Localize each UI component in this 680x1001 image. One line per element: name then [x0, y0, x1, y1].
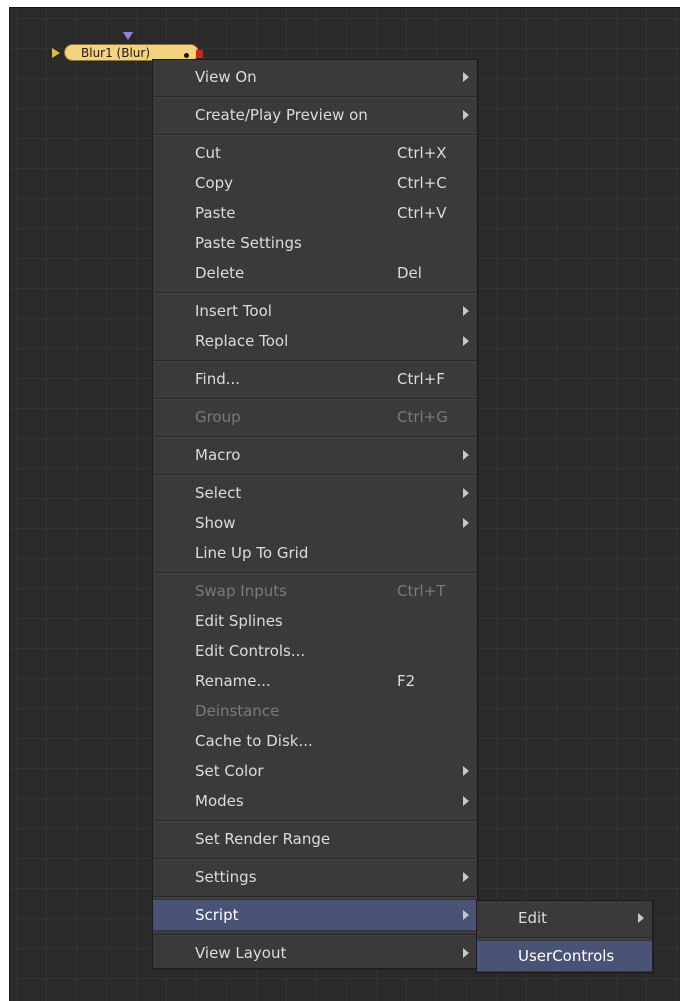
- menu-item-label: Show: [195, 514, 236, 532]
- menu-item-label: View On: [195, 68, 257, 86]
- submenu-item-usercontrols[interactable]: UserControls: [477, 941, 652, 971]
- node-view-dot-icon[interactable]: [184, 53, 189, 58]
- menu-item-label: UserControls: [518, 947, 615, 965]
- menu-separator: [154, 292, 476, 294]
- submenu-arrow-icon: [463, 948, 469, 958]
- menu-item-label: Copy: [195, 174, 234, 192]
- menu-separator: [154, 436, 476, 438]
- menu-separator: [154, 858, 476, 860]
- submenu-arrow-icon: [463, 910, 469, 920]
- node-mask-input-arrow-icon[interactable]: [123, 32, 133, 40]
- menu-separator: [154, 134, 476, 136]
- submenu-arrow-icon: [463, 518, 469, 528]
- menu-item-label: Deinstance: [195, 702, 280, 720]
- menu-item-label: Edit Splines: [195, 612, 283, 630]
- menu-item-label: Edit Controls...: [195, 642, 306, 660]
- menu-separator: [154, 934, 476, 936]
- menu-item-select[interactable]: Select: [153, 478, 477, 508]
- submenu-arrow-icon: [463, 336, 469, 346]
- menu-item-modes[interactable]: Modes: [153, 786, 477, 816]
- menu-item-label: Rename...: [195, 672, 271, 690]
- menu-item-group: Group Ctrl+G: [153, 402, 477, 432]
- menu-item-paste[interactable]: Paste Ctrl+V: [153, 198, 477, 228]
- menu-item-label: Edit: [518, 909, 548, 927]
- submenu-arrow-icon: [463, 450, 469, 460]
- menu-item-shortcut: Ctrl+V: [397, 204, 447, 222]
- menu-separator: [154, 96, 476, 98]
- menu-item-label: Modes: [195, 792, 244, 810]
- menu-item-shortcut: Ctrl+F: [397, 370, 445, 388]
- menu-separator: [154, 896, 476, 898]
- submenu-arrow-icon: [463, 766, 469, 776]
- menu-item-create-play-preview[interactable]: Create/Play Preview on: [153, 100, 477, 130]
- menu-item-paste-settings[interactable]: Paste Settings: [153, 228, 477, 258]
- node-input-arrow-icon[interactable]: [52, 48, 60, 58]
- menu-item-shortcut: Ctrl+T: [397, 582, 446, 600]
- menu-item-set-render-range[interactable]: Set Render Range: [153, 824, 477, 854]
- menu-item-label: Replace Tool: [195, 332, 289, 350]
- menu-item-show[interactable]: Show: [153, 508, 477, 538]
- menu-separator: [154, 820, 476, 822]
- menu-item-edit-controls[interactable]: Edit Controls...: [153, 636, 477, 666]
- menu-item-label: Create/Play Preview on: [195, 106, 368, 124]
- menu-separator: [478, 937, 651, 939]
- submenu-arrow-icon: [463, 872, 469, 882]
- menu-item-label: Paste Settings: [195, 234, 302, 252]
- menu-item-label: Find...: [195, 370, 241, 388]
- menu-item-rename[interactable]: Rename... F2: [153, 666, 477, 696]
- menu-item-label: Settings: [195, 868, 257, 886]
- menu-item-settings[interactable]: Settings: [153, 862, 477, 892]
- menu-item-shortcut: Ctrl+C: [397, 174, 447, 192]
- menu-item-shortcut: Ctrl+X: [397, 144, 447, 162]
- menu-item-cut[interactable]: Cut Ctrl+X: [153, 138, 477, 168]
- menu-item-find[interactable]: Find... Ctrl+F: [153, 364, 477, 394]
- menu-item-label: Cut: [195, 144, 221, 162]
- menu-item-label: Group: [195, 408, 241, 426]
- submenu-arrow-icon: [463, 72, 469, 82]
- menu-item-shortcut: F2: [397, 672, 416, 690]
- menu-item-replace-tool[interactable]: Replace Tool: [153, 326, 477, 356]
- node-label: Blur1 (Blur): [81, 46, 151, 60]
- submenu-arrow-icon: [463, 110, 469, 120]
- menu-separator: [154, 474, 476, 476]
- menu-item-shortcut: Ctrl+G: [397, 408, 448, 426]
- menu-item-label: Set Render Range: [195, 830, 331, 848]
- submenu-arrow-icon: [638, 913, 644, 923]
- menu-item-label: Swap Inputs: [195, 582, 287, 600]
- menu-item-label: Cache to Disk...: [195, 732, 313, 750]
- submenu-arrow-icon: [463, 306, 469, 316]
- menu-item-deinstance: Deinstance: [153, 696, 477, 726]
- menu-item-label: Line Up To Grid: [195, 544, 309, 562]
- menu-item-set-color[interactable]: Set Color: [153, 756, 477, 786]
- menu-item-label: Paste: [195, 204, 236, 222]
- menu-item-shortcut: Del: [397, 264, 422, 282]
- menu-item-label: Select: [195, 484, 242, 502]
- menu-item-label: Set Color: [195, 762, 264, 780]
- menu-item-label: Script: [195, 906, 239, 924]
- menu-item-label: Delete: [195, 264, 245, 282]
- menu-separator: [154, 572, 476, 574]
- menu-item-copy[interactable]: Copy Ctrl+C: [153, 168, 477, 198]
- submenu-arrow-icon: [463, 488, 469, 498]
- node-output-square-icon[interactable]: [196, 50, 203, 58]
- menu-item-view-layout[interactable]: View Layout: [153, 938, 477, 968]
- menu-item-label: View Layout: [195, 944, 287, 962]
- menu-item-swap-inputs: Swap Inputs Ctrl+T: [153, 576, 477, 606]
- menu-item-delete[interactable]: Delete Del: [153, 258, 477, 288]
- context-menu: View On Create/Play Preview on Cut Ctrl+…: [152, 59, 478, 969]
- submenu-arrow-icon: [463, 796, 469, 806]
- menu-separator: [154, 398, 476, 400]
- menu-item-cache-to-disk[interactable]: Cache to Disk...: [153, 726, 477, 756]
- menu-item-line-up-to-grid[interactable]: Line Up To Grid: [153, 538, 477, 568]
- script-submenu: Edit UserControls: [476, 900, 653, 973]
- menu-item-insert-tool[interactable]: Insert Tool: [153, 296, 477, 326]
- menu-item-label: Macro: [195, 446, 241, 464]
- menu-item-label: Insert Tool: [195, 302, 272, 320]
- menu-item-script[interactable]: Script: [153, 900, 477, 930]
- submenu-item-edit[interactable]: Edit: [477, 903, 652, 933]
- menu-item-macro[interactable]: Macro: [153, 440, 477, 470]
- menu-separator: [154, 360, 476, 362]
- menu-item-edit-splines[interactable]: Edit Splines: [153, 606, 477, 636]
- menu-item-view-on[interactable]: View On: [153, 62, 477, 92]
